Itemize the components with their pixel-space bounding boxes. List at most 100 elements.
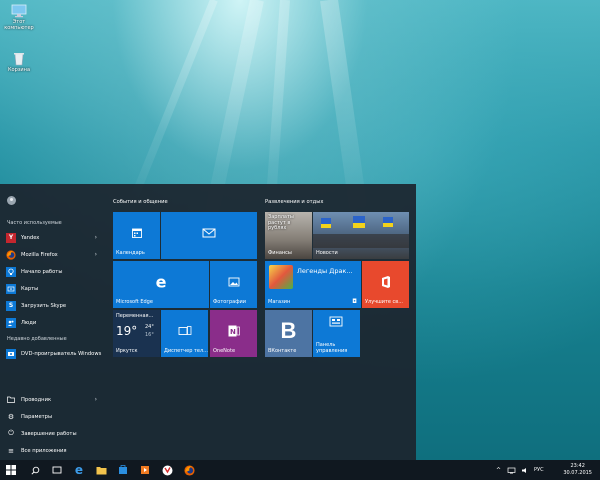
edge-icon: e <box>155 272 167 292</box>
search-icon <box>30 466 39 475</box>
desktop-icon-computer[interactable]: Этот компьютер <box>2 4 36 31</box>
calendar-icon <box>131 228 142 239</box>
vk-icon: B <box>280 318 297 344</box>
tile-control-panel[interactable]: Панель управления <box>313 310 360 357</box>
start-button[interactable] <box>0 460 22 480</box>
app-item-label: Mozilla Firefox <box>21 251 58 258</box>
yandex-icon: Y <box>6 232 16 243</box>
system-item-label: Завершение работы <box>21 430 77 437</box>
recent-header: Недавно добавленные <box>7 336 67 342</box>
photos-icon <box>228 277 239 287</box>
clock-time: 23:42 <box>570 463 585 469</box>
folder-icon <box>96 466 106 474</box>
clock-date: 30.07.2015 <box>563 470 592 476</box>
tile-label: управления <box>316 348 348 354</box>
tile-photos[interactable]: Фотографии <box>210 261 257 308</box>
weather-high: 24° <box>145 324 154 330</box>
system-item-all-apps[interactable]: ≡ Все приложения <box>6 443 102 458</box>
system-item-explorer[interactable]: Проводник › <box>6 392 102 407</box>
task-view-icon <box>52 466 62 474</box>
app-item-firefox[interactable]: Mozilla Firefox › <box>6 247 102 262</box>
desktop-icon-recycle-bin[interactable]: Корзина <box>2 52 36 73</box>
network-icon[interactable] <box>507 467 516 474</box>
people-icon <box>6 317 16 328</box>
system-item-label: Все приложения <box>21 447 67 454</box>
app-item-people[interactable]: Люди <box>6 315 102 330</box>
app-item-label: Yandex <box>21 234 40 241</box>
user-avatar[interactable] <box>7 196 16 205</box>
tile-label: Календарь <box>116 250 145 256</box>
tile-office[interactable]: Улучшите св... <box>362 261 409 308</box>
taskbar-edge[interactable]: e <box>68 460 90 480</box>
tile-group-header[interactable]: Развлечения и отдых <box>265 199 323 205</box>
clock[interactable]: 23:42 30.07.2015 <box>563 463 592 477</box>
recycle-bin-icon <box>11 52 27 66</box>
system-item-settings[interactable]: ⚙ Параметры <box>6 409 102 424</box>
volume-icon[interactable] <box>521 467 529 474</box>
edge-icon: e <box>74 463 84 477</box>
search-button[interactable] <box>24 460 46 480</box>
taskbar-yandex[interactable] <box>156 460 178 480</box>
app-item-label: DVD-проигрыватель Windows <box>21 350 102 357</box>
tile-task-manager[interactable]: Диспетчер тел... <box>161 310 208 357</box>
store-app-icon <box>269 265 293 289</box>
list-icon: ≡ <box>8 446 14 455</box>
lightbulb-icon <box>6 266 16 277</box>
tile-weather[interactable]: Переменная... 19° 24° 16° Иркутск <box>113 310 160 357</box>
media-player-icon <box>141 466 149 474</box>
store-bag-icon: ◘ <box>352 298 357 305</box>
tile-vkontakte[interactable]: B ВКонтакте <box>265 310 312 357</box>
app-item-dvd-player[interactable]: DVD-проигрыватель Windows <box>6 346 102 361</box>
system-item-label: Параметры <box>21 413 53 420</box>
tile-group-header[interactable]: События и общение <box>113 199 168 205</box>
tile-onenote[interactable]: N OneNote <box>210 310 257 357</box>
office-icon <box>381 276 390 289</box>
tile-edge[interactable]: e Microsoft Edge <box>113 261 209 308</box>
store-icon <box>119 465 127 474</box>
tile-mail[interactable] <box>161 212 257 259</box>
task-view-button[interactable] <box>46 460 68 480</box>
taskbar: e ^ РУС 23:42 30.07.2015 <box>0 460 600 480</box>
tile-label: ВКонтакте <box>268 348 297 354</box>
maps-icon <box>6 283 16 294</box>
svg-text:N: N <box>230 328 236 336</box>
finance-headline-line: рублях <box>268 225 287 231</box>
system-item-label: Проводник <box>21 396 52 403</box>
app-item-skype[interactable]: S Загрузить Skype <box>6 298 102 313</box>
control-panel-icon <box>329 316 343 327</box>
language-indicator[interactable]: РУС <box>534 467 544 473</box>
mail-icon <box>202 228 216 238</box>
weather-condition: Переменная... <box>116 313 154 319</box>
chevron-right-icon[interactable]: › <box>95 251 97 258</box>
chevron-up-icon[interactable]: ^ <box>496 467 501 474</box>
weather-low: 16° <box>145 332 154 338</box>
taskbar-media[interactable] <box>134 460 156 480</box>
chevron-right-icon[interactable]: › <box>95 396 97 403</box>
start-menu-left-pane: Часто используемые Y Yandex › Mozilla Fi… <box>0 184 104 460</box>
windows-logo-icon <box>6 465 16 475</box>
dvd-icon <box>6 348 16 359</box>
store-featured-title: Легенды Драк... <box>297 267 353 275</box>
taskbar-firefox[interactable] <box>178 460 200 480</box>
folder-icon <box>6 395 16 405</box>
tile-finance[interactable]: Зарплаты растут в рублях Финансы <box>265 212 312 259</box>
taskbar-store[interactable] <box>112 460 134 480</box>
tile-news[interactable]: Новости <box>313 212 409 259</box>
gear-icon: ⚙ <box>7 412 15 421</box>
skype-icon: S <box>6 300 16 311</box>
desktop-icon-label: компьютер <box>4 25 34 31</box>
tile-calendar[interactable]: Календарь <box>113 212 160 259</box>
power-icon: ⏻ <box>8 429 14 437</box>
app-item-maps[interactable]: Карты <box>6 281 102 296</box>
app-item-yandex[interactable]: Y Yandex › <box>6 230 102 245</box>
app-item-label: Загрузить Skype <box>21 302 67 309</box>
chevron-right-icon[interactable]: › <box>95 234 97 241</box>
tile-store[interactable]: Легенды Драк... Магазин ◘ <box>265 261 361 308</box>
most-used-header: Часто используемые <box>7 220 62 226</box>
desktop-icon-label: Корзина <box>7 67 31 73</box>
tile-label: Диспетчер тел... <box>164 348 208 354</box>
weather-temp: 19° <box>116 324 138 338</box>
taskbar-explorer[interactable] <box>90 460 112 480</box>
system-item-power[interactable]: ⏻ Завершение работы <box>6 426 102 441</box>
app-item-get-started[interactable]: Начало работы <box>6 264 102 279</box>
